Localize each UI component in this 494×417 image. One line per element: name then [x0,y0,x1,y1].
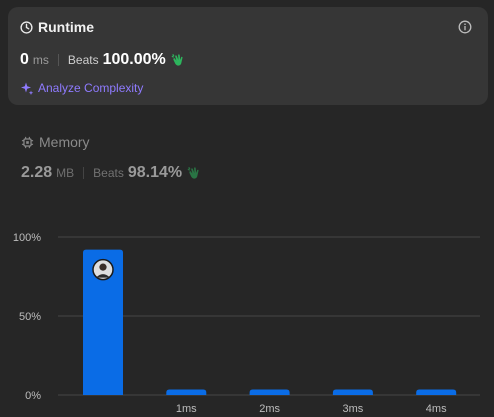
clap-icon [171,54,183,66]
memory-header[interactable]: Memory [21,134,90,150]
y-tick-label: 0% [25,390,41,402]
runtime-header: Runtime [20,19,94,35]
runtime-beats-label: Beats [67,53,99,67]
memory-value: 2.28 [21,164,53,181]
divider [83,167,85,179]
memory-stats: 2.28 MB Beats 98.14% [21,164,202,182]
runtime-unit: ms [32,53,49,67]
analyze-complexity-label: Analyze Complexity [38,81,144,95]
analyze-complexity-link[interactable]: Analyze Complexity [20,81,143,95]
divider [57,54,59,66]
clock-icon [20,20,33,34]
info-icon[interactable] [458,20,472,34]
bar [416,389,457,395]
x-tick-label: 4ms [426,403,447,415]
avatar-head [99,263,107,271]
clap-icon [187,167,199,179]
x-tick-label: 2ms [259,403,280,415]
bar [249,389,290,395]
sparkle-icon [21,82,34,95]
memory-unit: MB [56,166,75,180]
x-tick-label: 1ms [176,403,197,415]
y-tick-label: 50% [19,311,41,323]
runtime-beats-value: 100.00% [102,51,166,68]
x-tick-label: 3ms [343,403,364,415]
memory-beats-value: 98.14% [127,164,183,181]
memory-beats-label: Beats [93,166,124,180]
runtime-distribution-chart: 0% 50% 100% 1ms 2ms 3ms 4ms [13,232,480,415]
memory-title: Memory [39,134,90,150]
runtime-value: 0 [20,51,29,68]
runtime-stats: 0 ms Beats 100.00% [20,51,186,69]
bar [166,389,207,395]
bar [332,389,373,395]
runtime-title: Runtime [38,19,94,35]
chip-icon [21,136,34,148]
runtime-card: Runtime 0 ms Beats 100.00% Analyze Compl… [8,7,488,105]
y-tick-label: 100% [13,232,41,244]
